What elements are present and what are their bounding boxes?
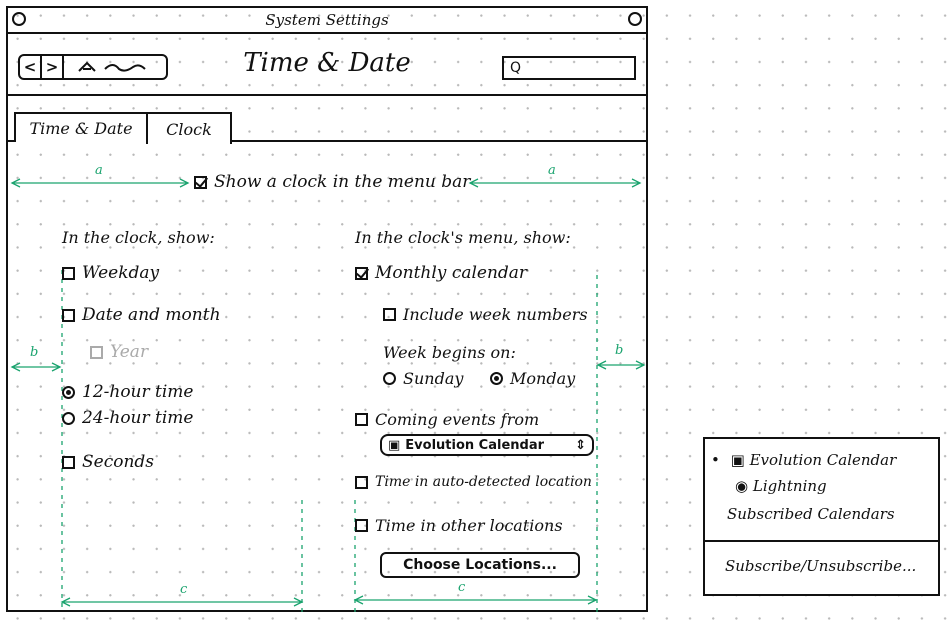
date-month-checkbox[interactable]: Date and month bbox=[62, 305, 221, 325]
measure-c-right: c bbox=[458, 580, 466, 595]
checkbox-icon bbox=[355, 519, 368, 532]
calendar-popup-menu: • ▣ Evolution Calendar ◉ Lightning Subsc… bbox=[703, 437, 940, 596]
monday-label: Monday bbox=[510, 369, 576, 388]
radio-icon bbox=[62, 411, 75, 425]
year-checkbox: Year bbox=[90, 342, 148, 362]
menu-item-evolution[interactable]: • ▣ Evolution Calendar bbox=[711, 451, 896, 469]
week-begins-label: Week begins on: bbox=[383, 343, 516, 362]
week-numbers-label: Include week numbers bbox=[403, 305, 588, 324]
week-numbers-checkbox[interactable]: Include week numbers bbox=[383, 305, 588, 324]
seconds-checkbox[interactable]: Seconds bbox=[62, 452, 154, 472]
menu-item-subscribe[interactable]: Subscribe/Unsubscribe... bbox=[725, 557, 916, 575]
monthly-calendar-checkbox[interactable]: Monthly calendar bbox=[355, 263, 527, 283]
measure-a-right: a bbox=[548, 163, 556, 178]
measure-b-left: b bbox=[30, 345, 39, 360]
choose-locations-label: Choose Locations... bbox=[403, 557, 557, 573]
checkbox-icon bbox=[62, 266, 75, 280]
checkbox-disabled-icon bbox=[90, 345, 103, 359]
clock-show-heading: In the clock, show: bbox=[62, 228, 215, 247]
hour12-label: 12-hour time bbox=[82, 382, 194, 402]
selected-dot-icon: • bbox=[711, 451, 720, 469]
weekday-checkbox[interactable]: Weekday bbox=[62, 263, 159, 283]
show-clock-menubar-checkbox[interactable]: Show a clock in the menu bar bbox=[194, 172, 470, 192]
date-month-label: Date and month bbox=[82, 305, 221, 325]
radio-selected-icon bbox=[490, 372, 503, 385]
radio-icon bbox=[383, 372, 396, 385]
checkbox-icon bbox=[355, 475, 368, 489]
checkbox-checked-icon bbox=[355, 266, 368, 280]
menu-item-subscribed-label: Subscribed Calendars bbox=[727, 505, 895, 523]
checkbox-icon bbox=[62, 308, 75, 322]
calendar-source-popup[interactable]: ▣ Evolution Calendar ⇕ bbox=[380, 434, 594, 456]
menu-item-subscribe-label: Subscribe/Unsubscribe... bbox=[725, 557, 917, 575]
weekday-label: Weekday bbox=[82, 263, 160, 283]
up-down-arrows-icon: ⇕ bbox=[575, 437, 586, 453]
checkbox-icon bbox=[355, 413, 368, 426]
measure-b-right: b bbox=[615, 343, 624, 358]
calendar-source-value: Evolution Calendar bbox=[405, 437, 545, 453]
lightning-icon: ◉ bbox=[735, 477, 749, 495]
menu-item-lightning-label: Lightning bbox=[752, 477, 827, 495]
measure-c-left: c bbox=[180, 582, 188, 597]
menu-item-subscribed[interactable]: Subscribed Calendars bbox=[727, 505, 895, 523]
choose-locations-button[interactable]: Choose Locations... bbox=[380, 552, 580, 578]
tab-clock-label: Clock bbox=[166, 119, 212, 139]
sunday-label: Sunday bbox=[403, 369, 464, 388]
clock-menu-heading: In the clock's menu, show: bbox=[355, 228, 571, 247]
monthly-calendar-label: Monthly calendar bbox=[375, 263, 528, 283]
show-clock-menubar-label: Show a clock in the menu bar bbox=[214, 172, 471, 192]
menu-separator bbox=[705, 540, 938, 542]
other-locations-label: Time in other locations bbox=[375, 516, 563, 535]
menu-item-evolution-label: Evolution Calendar bbox=[749, 451, 897, 469]
hour24-radio[interactable]: 24-hour time bbox=[62, 408, 194, 428]
tab-clock[interactable]: Clock bbox=[146, 112, 232, 144]
coming-events-checkbox[interactable]: Coming events from bbox=[355, 410, 539, 429]
auto-location-checkbox[interactable]: Time in auto-detected location bbox=[355, 474, 592, 490]
calendar-icon: ▣ bbox=[388, 437, 401, 453]
checkbox-checked-icon bbox=[194, 175, 207, 189]
monday-radio[interactable]: Monday bbox=[490, 369, 575, 388]
checkbox-icon bbox=[62, 455, 75, 469]
other-locations-checkbox[interactable]: Time in other locations bbox=[355, 516, 563, 535]
checkbox-icon bbox=[383, 308, 396, 321]
hour24-label: 24-hour time bbox=[82, 408, 194, 428]
auto-location-label: Time in auto-detected location bbox=[375, 474, 592, 490]
year-label: Year bbox=[110, 342, 149, 362]
menu-item-lightning[interactable]: ◉ Lightning bbox=[735, 477, 827, 495]
calendar-icon: ▣ bbox=[730, 451, 745, 469]
seconds-label: Seconds bbox=[82, 452, 155, 472]
hour12-radio[interactable]: 12-hour time bbox=[62, 382, 194, 402]
sunday-radio[interactable]: Sunday bbox=[383, 369, 463, 388]
coming-events-label: Coming events from bbox=[375, 410, 540, 429]
measure-a-left: a bbox=[95, 163, 103, 178]
radio-selected-icon bbox=[62, 385, 75, 399]
